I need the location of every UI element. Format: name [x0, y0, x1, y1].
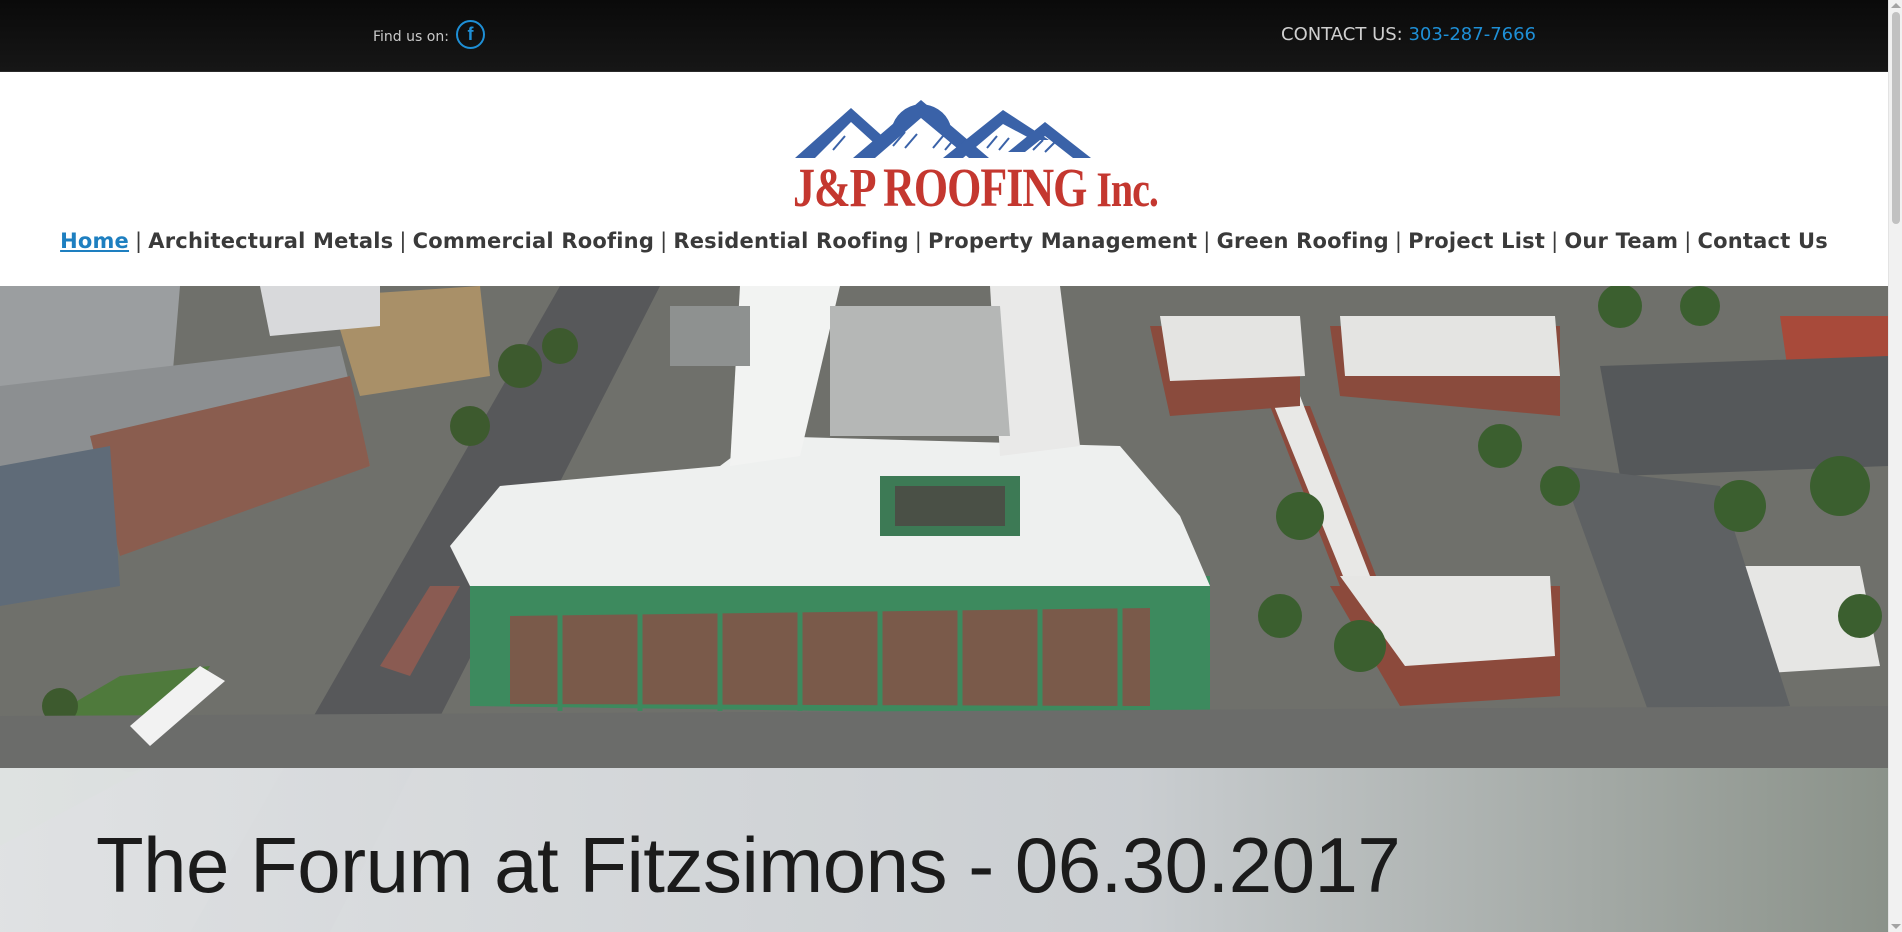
site-header: J&P ROOFING Inc. Home | Architectural Meta…: [0, 72, 1888, 286]
hero-video[interactable]: The Forum at Fitzsimons - 06.30.2017: [0, 286, 1888, 932]
find-us-label: Find us on:: [373, 29, 449, 45]
main-nav: Home | Architectural Metals | Commercial Roo…: [0, 229, 1888, 253]
nav-separator: |: [660, 229, 668, 253]
logo-suffix: Inc.: [1096, 161, 1159, 218]
contact-info: CONTACT US: 303-287-7666: [1281, 24, 1536, 45]
scroll-up-icon[interactable]: [1891, 3, 1901, 8]
nav-item-our-team[interactable]: Our Team: [1564, 229, 1678, 253]
facebook-icon[interactable]: f: [456, 20, 485, 49]
nav-item-architectural-metals[interactable]: Architectural Metals: [148, 229, 393, 253]
nav-item-green-roofing[interactable]: Green Roofing: [1217, 229, 1389, 253]
hero-caption: The Forum at Fitzsimons - 06.30.2017: [96, 821, 1401, 909]
mountain-logo-icon: [795, 100, 1091, 158]
top-bar: Find us on: f CONTACT US: 303-287-7666: [0, 0, 1888, 72]
page: Find us on: f CONTACT US: 303-287-7666 J…: [0, 0, 1888, 932]
page-scrollbar[interactable]: [1888, 0, 1902, 932]
nav-separator: |: [135, 229, 143, 253]
contact-label: CONTACT US:: [1281, 24, 1403, 45]
nav-item-property-management[interactable]: Property Management: [928, 229, 1197, 253]
scroll-down-icon[interactable]: [1891, 924, 1901, 929]
nav-item-contact-us[interactable]: Contact Us: [1698, 229, 1828, 253]
logo-company-name: J&P ROOFING: [793, 157, 1087, 219]
nav-separator: |: [914, 229, 923, 253]
nav-item-project-list[interactable]: Project List: [1408, 229, 1545, 253]
nav-item-commercial-roofing[interactable]: Commercial Roofing: [413, 229, 654, 253]
nav-item-residential-roofing[interactable]: Residential Roofing: [673, 229, 908, 253]
logo-wordmark: J&P ROOFING Inc.: [793, 156, 1159, 220]
scrollbar-thumb[interactable]: [1892, 12, 1900, 224]
nav-separator: |: [1551, 229, 1559, 253]
nav-item-home[interactable]: Home: [60, 229, 129, 253]
nav-separator: |: [1394, 229, 1403, 253]
nav-separator: |: [1684, 229, 1692, 253]
nav-separator: |: [1203, 229, 1211, 253]
contact-phone-link[interactable]: 303-287-7666: [1408, 24, 1536, 45]
company-logo[interactable]: J&P ROOFING Inc.: [793, 90, 1159, 219]
nav-separator: |: [399, 229, 407, 253]
